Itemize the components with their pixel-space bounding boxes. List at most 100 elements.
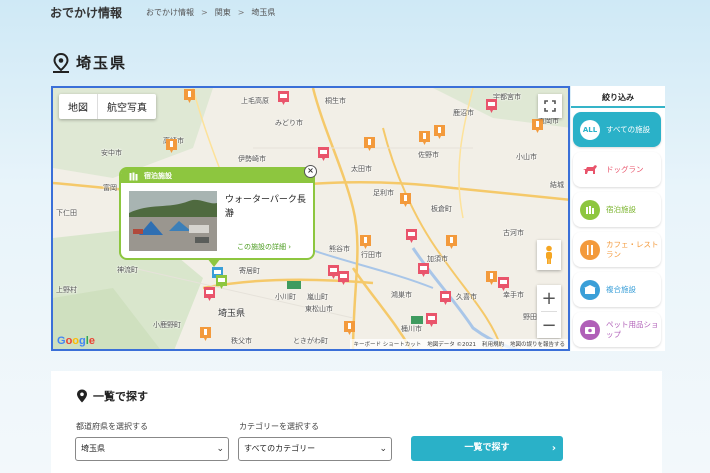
fullscreen-button[interactable] xyxy=(538,94,562,118)
zoom-control: + − xyxy=(537,285,561,338)
zoom-out-button[interactable]: − xyxy=(537,312,561,338)
map-place-label: 東松山市 xyxy=(305,305,333,313)
dog-run-marker-icon[interactable] xyxy=(405,228,418,244)
cafe-marker-icon[interactable] xyxy=(363,136,376,152)
chevron-down-icon: ⌄ xyxy=(379,444,387,454)
top-bar: おでかけ情報 おでかけ情報 > 関東 > 埼玉県 xyxy=(50,4,275,20)
fullscreen-icon xyxy=(544,100,556,112)
filter-label: 複合施設 xyxy=(606,284,636,294)
chevron-right-icon: › xyxy=(551,443,556,454)
cafe-marker-icon[interactable] xyxy=(418,130,431,146)
map-place-label: 小川町 xyxy=(275,293,296,301)
map-place-label: 嵐山町 xyxy=(307,293,328,301)
map-type-satellite-button[interactable]: 航空写真 xyxy=(98,94,156,119)
dog-icon xyxy=(580,160,600,180)
popup-category: 宿泊施設 xyxy=(144,172,172,180)
map-place-label: 伊勢崎市 xyxy=(238,155,266,163)
report-error-link[interactable]: 地図の誤りを報告する xyxy=(510,340,565,348)
all-icon: ALL xyxy=(580,119,600,140)
cafe-marker-icon[interactable] xyxy=(433,124,446,140)
map-data-credit: 地図データ ©2021 xyxy=(427,342,476,348)
dog-run-marker-icon[interactable] xyxy=(417,262,430,278)
filter-lodging-button[interactable]: 宿泊施設 xyxy=(573,192,661,227)
map-place-label: 寄居町 xyxy=(239,267,260,275)
lodging-marker-icon[interactable] xyxy=(215,274,228,290)
filter-label: カフェ・レストラン xyxy=(606,239,659,259)
dog-run-marker-icon[interactable] xyxy=(497,276,510,292)
map-place-label: 下仁田 xyxy=(56,209,77,217)
dog-run-marker-icon[interactable] xyxy=(425,312,438,328)
prefecture-select-label: 都道府県を選択する xyxy=(76,422,148,431)
cafe-marker-icon[interactable] xyxy=(199,326,212,342)
page-title: 埼玉県 xyxy=(76,54,128,72)
map-place-label: 秩父市 xyxy=(231,337,252,345)
google-logo[interactable]: Google xyxy=(57,335,95,347)
cafe-marker-icon[interactable] xyxy=(445,234,458,250)
map-place-label: 上毛高原 xyxy=(241,97,269,105)
breadcrumb-separator: > xyxy=(201,7,208,17)
map-attribution: キーボード ショートカット 地図データ ©2021 利用規約 地図の誤りを報告す… xyxy=(350,339,568,349)
map-place-label: 久喜市 xyxy=(456,293,477,301)
map-place-label: 足利市 xyxy=(373,189,394,197)
map-place-label: 小山市 xyxy=(516,153,537,161)
dog-run-marker-icon[interactable] xyxy=(485,98,498,114)
filter-label: ドッグラン xyxy=(606,164,644,174)
dog-run-marker-icon[interactable] xyxy=(439,290,452,306)
map-place-label: ときがわ町 xyxy=(293,337,328,345)
map-place-label: 小鹿野町 xyxy=(153,321,181,329)
filter-all-button[interactable]: ALL すべての施設 xyxy=(573,112,661,147)
terms-link[interactable]: 利用規約 xyxy=(482,340,504,348)
map-place-label: 加須市 xyxy=(427,255,448,263)
pegman-icon xyxy=(546,245,552,264)
page-heading: 埼玉県 xyxy=(52,52,127,73)
dog-run-marker-icon[interactable] xyxy=(317,146,330,162)
filter-cafe-button[interactable]: カフェ・レストラン xyxy=(573,232,661,267)
breadcrumb-home[interactable]: おでかけ情報 xyxy=(146,7,194,18)
map-place-label: 行田市 xyxy=(361,251,382,259)
dog-run-marker-icon[interactable] xyxy=(277,90,290,106)
cafe-marker-icon[interactable] xyxy=(399,192,412,208)
keyboard-shortcuts-link[interactable]: キーボード ショートカット xyxy=(353,340,421,348)
filter-complex-button[interactable]: 複合施設 xyxy=(573,272,661,307)
filter-label: すべての施設 xyxy=(606,124,651,134)
filter-pet-shop-button[interactable]: ペット用品ショップ xyxy=(573,312,661,347)
filter-dog-run-button[interactable]: ドッグラン xyxy=(573,152,661,187)
map-place-label: 安中市 xyxy=(101,149,122,157)
facility-info-popup: 宿泊施設 × ウォーターパーク長瀞 この施設の詳細 › xyxy=(119,165,317,267)
map-place-label: 富岡 xyxy=(103,184,117,192)
filter-label: 宿泊施設 xyxy=(606,204,636,214)
map-place-label: 古河市 xyxy=(503,229,524,237)
cafe-marker-icon[interactable] xyxy=(343,320,356,336)
map-place-label: 上野村 xyxy=(56,286,77,294)
facility-photo-image xyxy=(129,191,217,251)
prefecture-select[interactable]: 埼玉県 ⌄ xyxy=(75,437,229,461)
map-type-map-button[interactable]: 地図 xyxy=(59,94,97,119)
dog-run-marker-icon[interactable] xyxy=(203,286,216,302)
breadcrumb-kanto[interactable]: 関東 xyxy=(215,7,231,18)
dog-run-marker-icon[interactable] xyxy=(337,270,350,286)
cafe-marker-icon[interactable] xyxy=(183,88,196,104)
close-button[interactable]: × xyxy=(304,165,317,178)
cafe-marker-icon[interactable] xyxy=(165,138,178,154)
map-type-control: 地図 航空写真 xyxy=(59,94,156,119)
zoom-in-button[interactable]: + xyxy=(537,285,561,311)
map-place-label: 神流町 xyxy=(117,266,138,274)
lodging-icon xyxy=(580,199,600,220)
map-place-label: 佐野市 xyxy=(418,151,439,159)
map-place-label: 桶川市 xyxy=(401,325,422,333)
list-search-button-label: 一覧で探す xyxy=(464,443,510,453)
category-select-value: すべてのカテゴリー xyxy=(244,444,316,453)
cafe-marker-icon[interactable] xyxy=(359,234,372,250)
facility-detail-link[interactable]: この施設の詳細 › xyxy=(237,242,291,252)
popup-header: 宿泊施設 xyxy=(121,169,313,183)
map-place-label: 結城 xyxy=(550,181,564,189)
cafe-marker-icon[interactable] xyxy=(531,118,544,134)
facility-photo[interactable] xyxy=(129,191,217,251)
facility-detail-link-label: この施設の詳細 xyxy=(237,243,286,251)
facility-name[interactable]: ウォーターパーク長瀞 xyxy=(225,193,311,221)
site-title[interactable]: おでかけ情報 xyxy=(50,4,122,21)
list-search-button[interactable]: 一覧で探す › xyxy=(411,436,563,461)
location-pin-icon xyxy=(53,52,69,73)
street-view-button[interactable] xyxy=(537,240,561,270)
category-select[interactable]: すべてのカテゴリー ⌄ xyxy=(238,437,392,461)
